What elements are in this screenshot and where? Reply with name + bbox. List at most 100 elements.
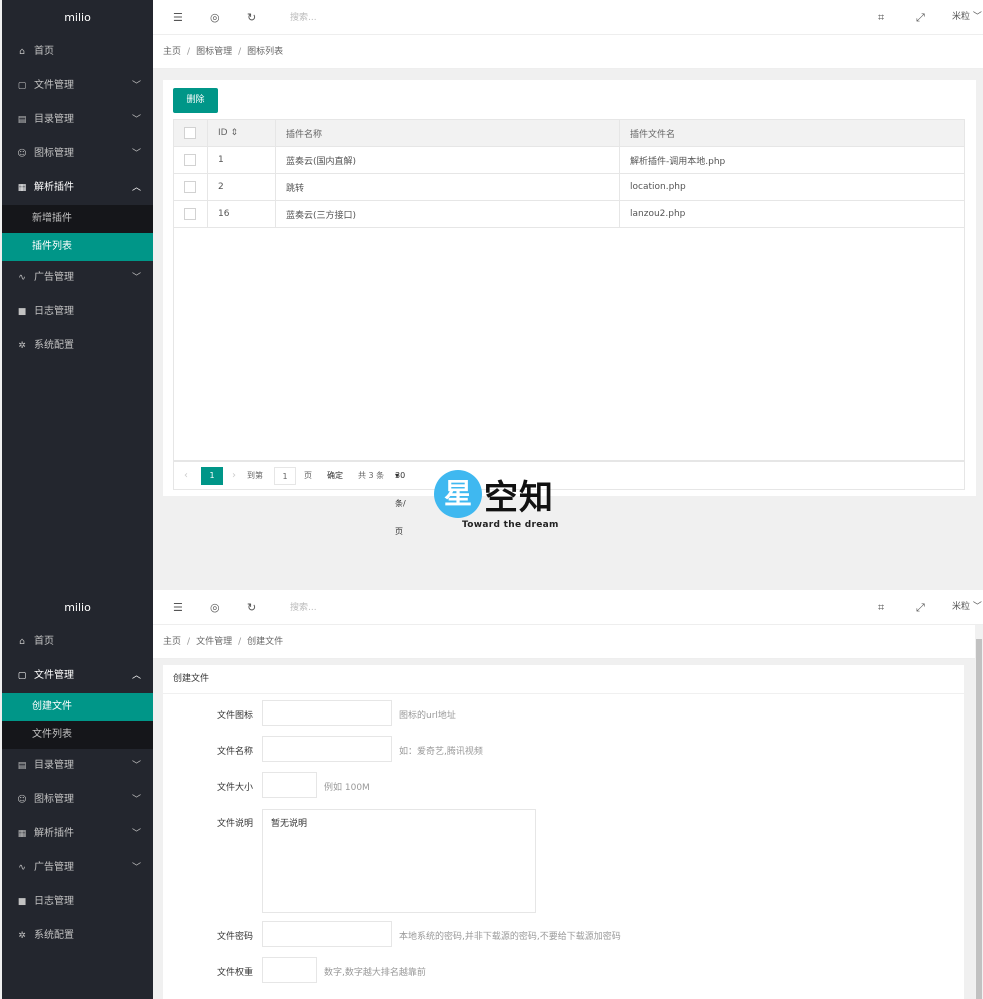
- next-page-icon[interactable]: ›: [232, 462, 236, 490]
- user-menu[interactable]: 米粒 ﹀: [952, 0, 982, 35]
- sidebar-item-dirs[interactable]: ▤ 目录管理 ﹀: [2, 749, 153, 783]
- field-label-weight: 文件权重: [216, 968, 253, 978]
- sidebar-item-label: 解析插件: [34, 182, 74, 193]
- cell-name: 跳转: [275, 173, 620, 201]
- sidebar-item-plugins[interactable]: ▦ 解析插件 ︿: [2, 171, 153, 205]
- watermark-logo: 星 空知 Toward the dream: [434, 468, 574, 532]
- table-row[interactable]: 16 蓝奏云(三方接口) lanzou2.php: [173, 200, 965, 228]
- goto-confirm-button[interactable]: 确定: [327, 462, 343, 490]
- row-checkbox[interactable]: [173, 146, 208, 174]
- sidebar-item-label: 首页: [34, 636, 54, 647]
- sidebar-item-label: 广告管理: [34, 862, 74, 873]
- website-icon[interactable]: ◎: [210, 0, 220, 35]
- fullscreen-icon[interactable]: ⤢: [916, 590, 925, 625]
- sidebar-subitem-plugin-list[interactable]: 插件列表: [2, 233, 153, 261]
- sidebar-item-icons[interactable]: ☺ 图标管理 ﹀: [2, 783, 153, 817]
- field-label-password: 文件密码: [216, 932, 253, 942]
- breadcrumb-section[interactable]: 文件管理: [196, 637, 232, 647]
- sidebar-item-label: 广告管理: [34, 272, 74, 283]
- field-label-icon: 文件图标: [216, 711, 253, 721]
- page-scrollbar[interactable]: [975, 625, 983, 999]
- tag-icon[interactable]: ⌗: [878, 0, 884, 35]
- website-icon[interactable]: ◎: [210, 590, 220, 625]
- cell-file: lanzou2.php: [619, 200, 965, 228]
- files-submenu: 创建文件 文件列表: [2, 693, 153, 749]
- tag-icon[interactable]: ⌗: [878, 590, 884, 625]
- sidebar-item-settings[interactable]: ✲ 系统配置: [2, 329, 153, 363]
- sidebar-item-ads[interactable]: ∿ 广告管理 ﹀: [2, 851, 153, 885]
- breadcrumb-section[interactable]: 图标管理: [196, 47, 232, 57]
- chevron-up-icon: ︿: [131, 183, 141, 193]
- breadcrumb-home[interactable]: 主页: [163, 637, 181, 647]
- sidebar-item-plugins[interactable]: ▦ 解析插件 ﹀: [2, 817, 153, 851]
- goto-page-input[interactable]: 1: [274, 467, 296, 485]
- sidebar-item-settings[interactable]: ✲ 系统配置: [2, 919, 153, 953]
- prev-page-icon[interactable]: ‹: [184, 462, 188, 490]
- sidebar-item-files[interactable]: ▢ 文件管理 ︿: [2, 659, 153, 693]
- page-current[interactable]: 1: [201, 467, 223, 485]
- file-name-input[interactable]: [262, 736, 392, 762]
- table-row[interactable]: 2 跳转 location.php: [173, 173, 965, 201]
- sidebar-item-logs[interactable]: ■ 日志管理: [2, 885, 153, 919]
- chevron-down-icon: ﹀: [131, 795, 141, 805]
- sidebar-subitem-create-file[interactable]: 创建文件: [2, 693, 153, 721]
- top-bar: ☰ ◎ ↻ 搜索... ⌗ ⤢ 米粒 ﹀: [153, 0, 983, 35]
- sidebar: milio ⌂ 首页 ▢ 文件管理 ﹀ ▤ 目录管理 ﹀ ☺ 图标管理 ﹀ ▦ 解析插件 ︿ 新增…: [2, 0, 153, 590]
- sidebar-item-dirs[interactable]: ▤ 目录管理 ﹀: [2, 103, 153, 137]
- field-hint-password: 本地系统的密码,并非下载源的密码,不要给下载源加密码: [399, 932, 621, 942]
- sidebar-item-label: 图标管理: [34, 794, 74, 805]
- sidebar-item-logs[interactable]: ■ 日志管理: [2, 295, 153, 329]
- home-icon: ⌂: [19, 637, 25, 647]
- sidebar-item-icons[interactable]: ☺ 图标管理 ﹀: [2, 137, 153, 171]
- menu-fold-icon[interactable]: ☰: [173, 0, 183, 35]
- cell-id: 1: [207, 146, 276, 174]
- field-hint-weight: 数字,数字越大排名越靠前: [324, 968, 426, 978]
- chevron-down-icon: ﹀: [131, 863, 141, 873]
- refresh-icon[interactable]: ↻: [247, 0, 256, 35]
- user-menu[interactable]: 米粒 ﹀: [952, 590, 982, 625]
- cell-file: location.php: [619, 173, 965, 201]
- table-body-empty-area: [173, 227, 965, 461]
- file-icon-input[interactable]: [262, 700, 392, 726]
- sort-icon[interactable]: ⇕: [230, 128, 238, 138]
- sidebar-item-label: 目录管理: [34, 114, 74, 125]
- column-header-id[interactable]: ID ⇕: [207, 119, 276, 147]
- field-label-size: 文件大小: [216, 783, 253, 793]
- row-checkbox[interactable]: [173, 200, 208, 228]
- refresh-icon[interactable]: ↻: [247, 590, 256, 625]
- file-password-input[interactable]: [262, 921, 392, 947]
- delete-button[interactable]: 删除: [173, 88, 218, 113]
- gear-icon: ✲: [18, 341, 26, 351]
- file-description-textarea[interactable]: 暂无说明: [262, 809, 536, 913]
- sidebar-item-home[interactable]: ⌂ 首页: [2, 625, 153, 659]
- sidebar-item-files[interactable]: ▢ 文件管理 ﹀: [2, 69, 153, 103]
- apps-icon: ▦: [17, 829, 27, 839]
- search-input[interactable]: 搜索...: [290, 0, 317, 35]
- file-size-input[interactable]: [262, 772, 317, 798]
- fullscreen-icon[interactable]: ⤢: [916, 0, 925, 35]
- breadcrumb-home[interactable]: 主页: [163, 47, 181, 57]
- row-checkbox[interactable]: [173, 173, 208, 201]
- file-weight-input[interactable]: [262, 957, 317, 983]
- sidebar-item-label: 文件管理: [34, 670, 74, 681]
- sidebar-subitem-file-list[interactable]: 文件列表: [2, 721, 153, 749]
- sidebar-subitem-add-plugin[interactable]: 新增插件: [2, 205, 153, 233]
- sidebar-item-label: 图标管理: [34, 148, 74, 159]
- table-row[interactable]: 1 蓝奏云(国内直解) 解析插件-调用本地.php: [173, 146, 965, 174]
- select-all-checkbox[interactable]: [173, 119, 208, 147]
- chevron-down-icon: ﹀: [131, 829, 141, 839]
- sidebar-item-label: 首页: [34, 46, 54, 57]
- menu-fold-icon[interactable]: ☰: [173, 590, 183, 625]
- scrollbar-thumb[interactable]: [976, 639, 982, 999]
- user-name: 米粒: [952, 12, 971, 22]
- breadcrumb-current: 图标列表: [247, 47, 284, 57]
- sidebar-item-ads[interactable]: ∿ 广告管理 ﹀: [2, 261, 153, 295]
- total-count: 共 3 条: [358, 471, 385, 480]
- search-input[interactable]: 搜索...: [290, 590, 317, 625]
- chart-icon: ∿: [18, 863, 26, 873]
- chevron-down-icon: ﹀: [972, 602, 982, 612]
- gear-icon: ✲: [18, 931, 26, 941]
- sidebar-item-home[interactable]: ⌂ 首页: [2, 35, 153, 69]
- chevron-down-icon: ﹀: [131, 149, 141, 159]
- cell-name: 蓝奏云(三方接口): [275, 200, 620, 228]
